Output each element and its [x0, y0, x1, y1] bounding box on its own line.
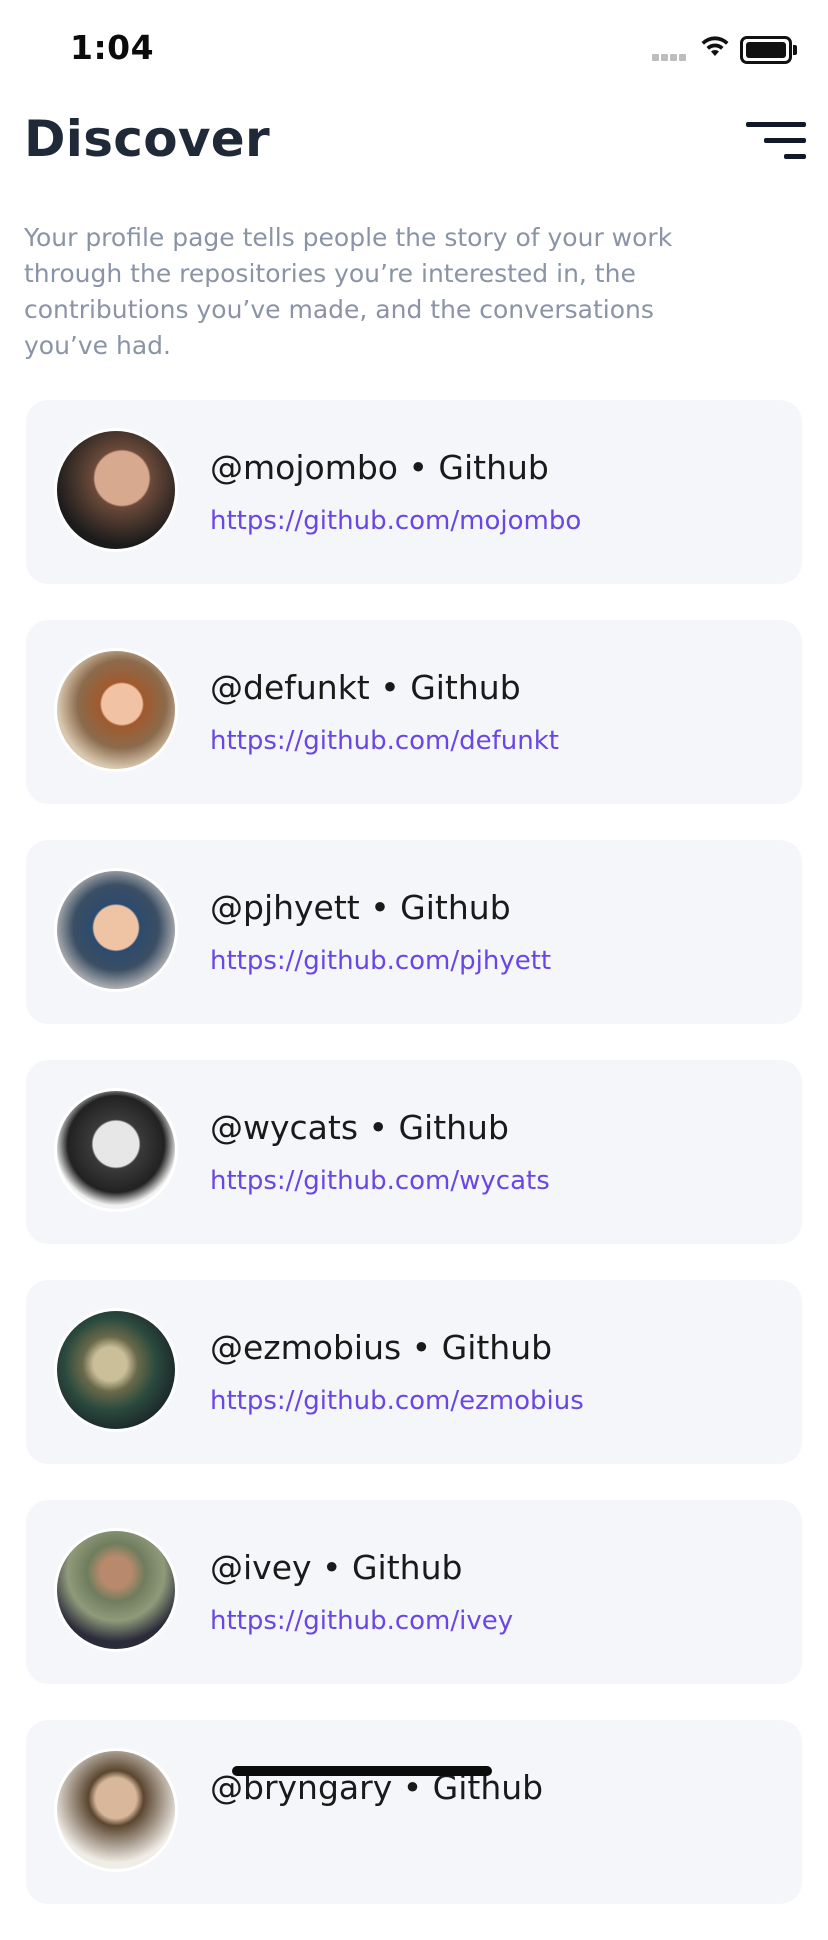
battery-icon: [740, 36, 797, 64]
status-bar: 1:04: [0, 0, 828, 100]
profile-url-link[interactable]: https://github.com/mojombo: [210, 506, 581, 536]
profile-handle: @pjhyett • Github: [210, 888, 511, 927]
page-title: Discover: [24, 110, 270, 168]
avatar: [54, 428, 178, 552]
avatar: [54, 1528, 178, 1652]
profile-handle: @wycats • Github: [210, 1108, 509, 1147]
profile-card[interactable]: @ezmobius • Github https://github.com/ez…: [26, 1280, 802, 1464]
profile-url-link[interactable]: https://github.com/ezmobius: [210, 1386, 584, 1416]
page-description: Your profile page tells people the story…: [24, 223, 673, 360]
profile-card[interactable]: @pjhyett • Github https://github.com/pjh…: [26, 840, 802, 1024]
profile-handle: @ezmobius • Github: [210, 1328, 553, 1367]
profile-url-link[interactable]: https://github.com/pjhyett: [210, 946, 551, 976]
filter-button[interactable]: [746, 118, 806, 164]
profile-handle: @defunkt • Github: [210, 668, 521, 707]
profile-handle: @ivey • Github: [210, 1548, 463, 1587]
avatar: [54, 1308, 178, 1432]
profile-list: @mojombo • Github https://github.com/moj…: [26, 400, 802, 1940]
filter-icon: [746, 118, 806, 164]
profile-card[interactable]: @bryngary • Github: [26, 1720, 802, 1904]
wifi-icon: [701, 36, 729, 56]
profile-handle: @mojombo • Github: [210, 448, 549, 487]
profile-url-link[interactable]: https://github.com/ivey: [210, 1606, 513, 1636]
profile-url-link[interactable]: https://github.com/wycats: [210, 1166, 550, 1196]
home-indicator[interactable]: [232, 1766, 492, 1776]
profile-card[interactable]: @wycats • Github https://github.com/wyca…: [26, 1060, 802, 1244]
status-time: 1:04: [70, 28, 155, 67]
profile-card[interactable]: @defunkt • Github https://github.com/def…: [26, 620, 802, 804]
avatar: [54, 868, 178, 992]
profile-card[interactable]: @mojombo • Github https://github.com/moj…: [26, 400, 802, 584]
avatar: [54, 1748, 178, 1872]
cellular-signal-icon: [652, 46, 688, 65]
profile-url-link[interactable]: https://github.com/defunkt: [210, 726, 559, 756]
avatar: [54, 648, 178, 772]
avatar: [54, 1088, 178, 1212]
profile-card[interactable]: @ivey • Github https://github.com/ivey: [26, 1500, 802, 1684]
